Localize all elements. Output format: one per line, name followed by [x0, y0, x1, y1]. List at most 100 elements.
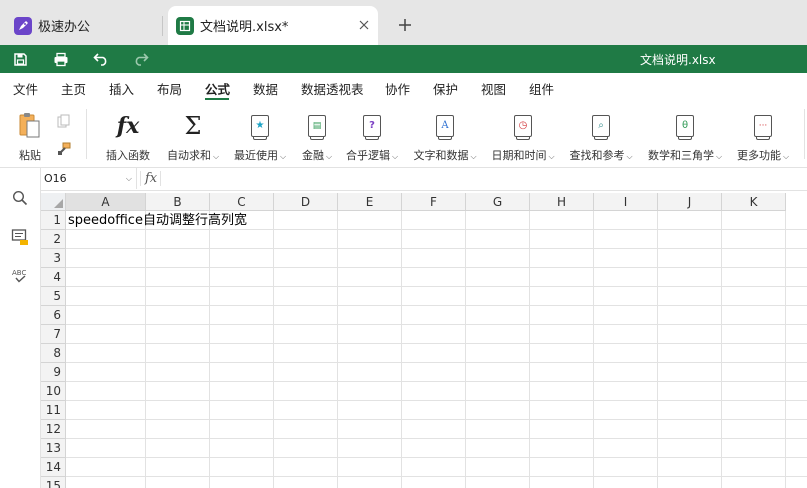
redo-icon[interactable]: [131, 49, 151, 69]
clock-book-icon: ◷: [514, 109, 532, 143]
fx-icon[interactable]: fx: [145, 168, 157, 189]
paste-label: 粘贴: [19, 149, 41, 162]
math-functions-button[interactable]: θ 数学和三角学 ⌵: [645, 101, 725, 167]
menu-layout[interactable]: 布局: [157, 79, 182, 98]
question-book-icon: ?: [363, 109, 381, 143]
grid-row-line: [66, 324, 807, 325]
row-header-13[interactable]: 13: [41, 439, 66, 458]
recent-functions-button[interactable]: ★ 最近使用 ⌵: [232, 101, 288, 167]
column-header-a[interactable]: A: [66, 193, 146, 211]
column-header-j[interactable]: J: [658, 193, 722, 211]
formula-bar: O16 ⌵ fx: [41, 168, 807, 191]
math-label: 数学和三角学: [647, 149, 714, 162]
column-header-c[interactable]: C: [210, 193, 274, 211]
column-header-h[interactable]: H: [530, 193, 594, 211]
text-book-icon: A: [436, 109, 454, 143]
paste-button[interactable]: 粘贴: [10, 101, 50, 167]
insert-function-label: 插入函数: [106, 149, 150, 162]
column-header-k[interactable]: K: [722, 193, 786, 211]
grid-row-line: [66, 457, 807, 458]
grid-column-line: [401, 211, 402, 488]
menu-view[interactable]: 视图: [481, 79, 506, 98]
tab-document[interactable]: 文档说明.xlsx*: [168, 6, 378, 45]
menu-components[interactable]: 组件: [529, 79, 554, 98]
tab-home[interactable]: 极速办公: [0, 6, 163, 45]
menu-formula[interactable]: 公式: [205, 79, 230, 98]
insert-function-button[interactable]: fx 插入函数: [104, 101, 152, 167]
ribbon-toolbar: 粘贴 fx 插入函数 Σ 自动求和 ⌵ ★ 最近使用 ⌵ ▤ 金融 ⌵ ? 合乎逻辑 ⌵…: [0, 101, 807, 168]
text-data-functions-button[interactable]: A 文字和数据 ⌵: [411, 101, 479, 167]
row-header-15[interactable]: 15: [41, 477, 66, 488]
search-icon[interactable]: [10, 188, 30, 208]
row-header-9[interactable]: 9: [41, 363, 66, 382]
chevron-down-icon[interactable]: ⌵: [126, 168, 132, 189]
column-header-g[interactable]: G: [466, 193, 530, 211]
chevron-down-icon: ⌵: [470, 152, 477, 161]
menu-data[interactable]: 数据: [253, 79, 278, 98]
browser-tab-strip: 极速办公 文档说明.xlsx*: [0, 0, 807, 45]
search-book-icon: ⌕: [592, 109, 610, 143]
column-header-f[interactable]: F: [402, 193, 466, 211]
column-header-i[interactable]: I: [594, 193, 658, 211]
lookup-functions-button[interactable]: ⌕ 查找和参考 ⌵: [567, 101, 635, 167]
copy-icon[interactable]: [56, 113, 72, 129]
comment-icon[interactable]: [10, 227, 30, 247]
autosum-label: 自动求和: [166, 149, 211, 162]
menu-protect[interactable]: 保护: [433, 79, 458, 98]
grid-row-line: [66, 400, 807, 401]
row-header-11[interactable]: 11: [41, 401, 66, 420]
formula-bar-separator: [160, 171, 161, 186]
row-header-4[interactable]: 4: [41, 268, 66, 287]
print-icon[interactable]: [51, 49, 71, 69]
tab-document-title: 文档说明.xlsx*: [200, 20, 289, 35]
menu-home[interactable]: 主页: [61, 79, 86, 98]
logical-functions-button[interactable]: ? 合乎逻辑 ⌵: [344, 101, 400, 167]
column-header-d[interactable]: D: [274, 193, 338, 211]
star-book-icon: ★: [251, 109, 269, 143]
column-header-b[interactable]: B: [146, 193, 210, 211]
chevron-down-icon: ⌵: [279, 152, 287, 161]
menu-pivot-table[interactable]: 数据透视表: [301, 79, 364, 98]
document-title: 文档说明.xlsx: [640, 53, 716, 67]
more-functions-button[interactable]: ··· 更多功能 ⌵: [734, 101, 792, 167]
chevron-down-icon: ⌵: [212, 152, 220, 161]
format-painter-icon[interactable]: [56, 141, 72, 157]
menu-collaborate[interactable]: 协作: [385, 79, 410, 98]
row-header-1[interactable]: 1: [41, 211, 66, 230]
column-header-e[interactable]: E: [338, 193, 402, 211]
row-header-6[interactable]: 6: [41, 306, 66, 325]
row-header-7[interactable]: 7: [41, 325, 66, 344]
new-tab-plus-icon[interactable]: [394, 14, 416, 36]
row-header-10[interactable]: 10: [41, 382, 66, 401]
menu-file[interactable]: 文件: [13, 79, 38, 98]
row-header-5[interactable]: 5: [41, 287, 66, 306]
sigma-icon: Σ: [184, 112, 202, 140]
row-header-12[interactable]: 12: [41, 420, 66, 439]
datetime-functions-button[interactable]: ◷ 日期和时间 ⌵: [489, 101, 557, 167]
name-box[interactable]: O16 ⌵: [41, 168, 137, 189]
row-header-8[interactable]: 8: [41, 344, 66, 363]
row-header-14[interactable]: 14: [41, 458, 66, 477]
row-header-2[interactable]: 2: [41, 230, 66, 249]
grid-column-line: [593, 211, 594, 488]
undo-icon[interactable]: [91, 49, 111, 69]
text-data-label: 文字和数据: [413, 149, 469, 162]
grid-column-line: [657, 211, 658, 488]
select-all-corner[interactable]: [41, 193, 66, 211]
grid-row-line: [66, 286, 807, 287]
save-icon[interactable]: [10, 49, 30, 69]
row-header-3[interactable]: 3: [41, 249, 66, 268]
grid-column-line: [209, 211, 210, 488]
spreadsheet-grid[interactable]: ABCDEFGHIJK 1 2 3 4 5 6 7 8 9 10 11 12 13 14 15 speedo…: [41, 193, 807, 488]
logical-label: 合乎逻辑: [345, 149, 390, 162]
recent-label: 最近使用: [233, 149, 278, 162]
autosum-button[interactable]: Σ 自动求和 ⌵: [164, 101, 222, 167]
financial-functions-button[interactable]: ▤ 金融 ⌵: [299, 101, 335, 167]
grid-column-line: [465, 211, 466, 488]
chevron-down-icon: ⌵: [325, 152, 333, 161]
spellcheck-icon[interactable]: ABC: [10, 266, 30, 286]
cell-a1[interactable]: speedoffice自动调整行高列宽: [68, 211, 247, 230]
menu-insert[interactable]: 插入: [109, 79, 134, 98]
close-icon[interactable]: [356, 17, 372, 33]
chevron-down-icon: ⌵: [782, 152, 790, 161]
